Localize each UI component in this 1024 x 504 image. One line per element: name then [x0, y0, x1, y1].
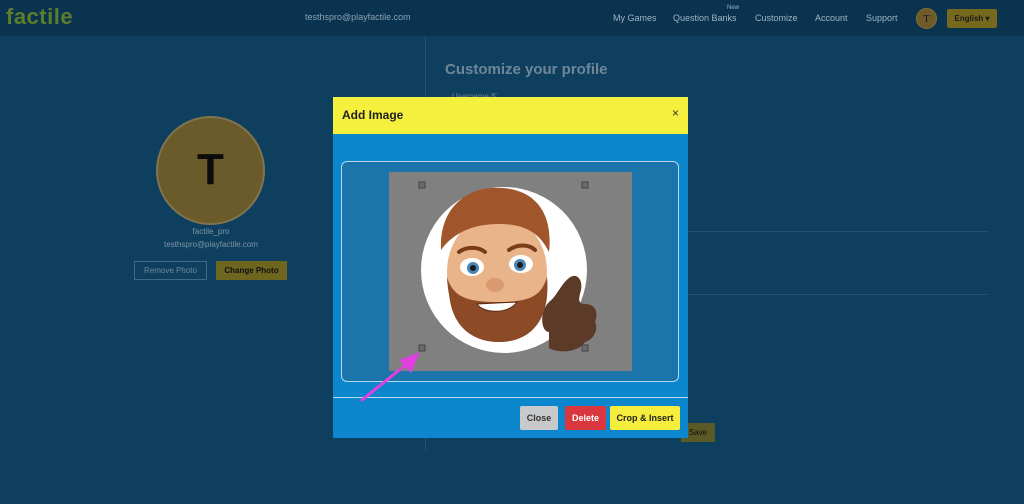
chevron-down-icon: ▾ — [985, 14, 990, 23]
change-photo-button[interactable]: Change Photo — [216, 261, 287, 280]
nav-account[interactable]: Account — [815, 13, 848, 23]
nav-support[interactable]: Support — [866, 13, 898, 23]
nav-my-games[interactable]: My Games — [613, 13, 657, 23]
top-navigation-bar: factile testhspro@playfactile.com My Gam… — [0, 0, 1024, 36]
profile-email: testhspro@playfactile.com — [164, 240, 258, 249]
factile-logo[interactable]: factile — [6, 4, 73, 30]
modal-title: Add Image — [342, 108, 404, 122]
crop-handle-bottom-right[interactable] — [581, 344, 589, 352]
crop-image-canvas[interactable] — [389, 172, 632, 371]
language-dropdown[interactable]: English ▾ — [947, 9, 997, 28]
nav-customize[interactable]: Customize — [755, 13, 798, 23]
close-button[interactable]: Close — [520, 406, 558, 430]
profile-avatar: T — [156, 116, 265, 225]
modal-header: Add Image × — [333, 97, 688, 134]
profile-username: factile_pro — [192, 227, 230, 236]
section-divider — [688, 294, 988, 295]
nav-question-banks[interactable]: Question Banks — [673, 13, 737, 23]
language-label: English — [954, 14, 984, 23]
section-divider — [688, 231, 988, 232]
page-title: Customize your profile — [445, 61, 608, 78]
new-badge: New — [727, 5, 740, 11]
close-icon[interactable]: × — [672, 106, 679, 120]
delete-button[interactable]: Delete — [565, 406, 606, 430]
crop-handle-top-right[interactable] — [581, 181, 589, 189]
annotation-arrow-icon — [360, 352, 420, 402]
crop-insert-button[interactable]: Crop & Insert — [610, 406, 680, 430]
user-avatar[interactable]: T — [916, 8, 937, 29]
crop-handle-top-left[interactable] — [418, 181, 426, 189]
remove-photo-button[interactable]: Remove Photo — [134, 261, 207, 280]
account-email: testhspro@playfactile.com — [305, 12, 411, 22]
